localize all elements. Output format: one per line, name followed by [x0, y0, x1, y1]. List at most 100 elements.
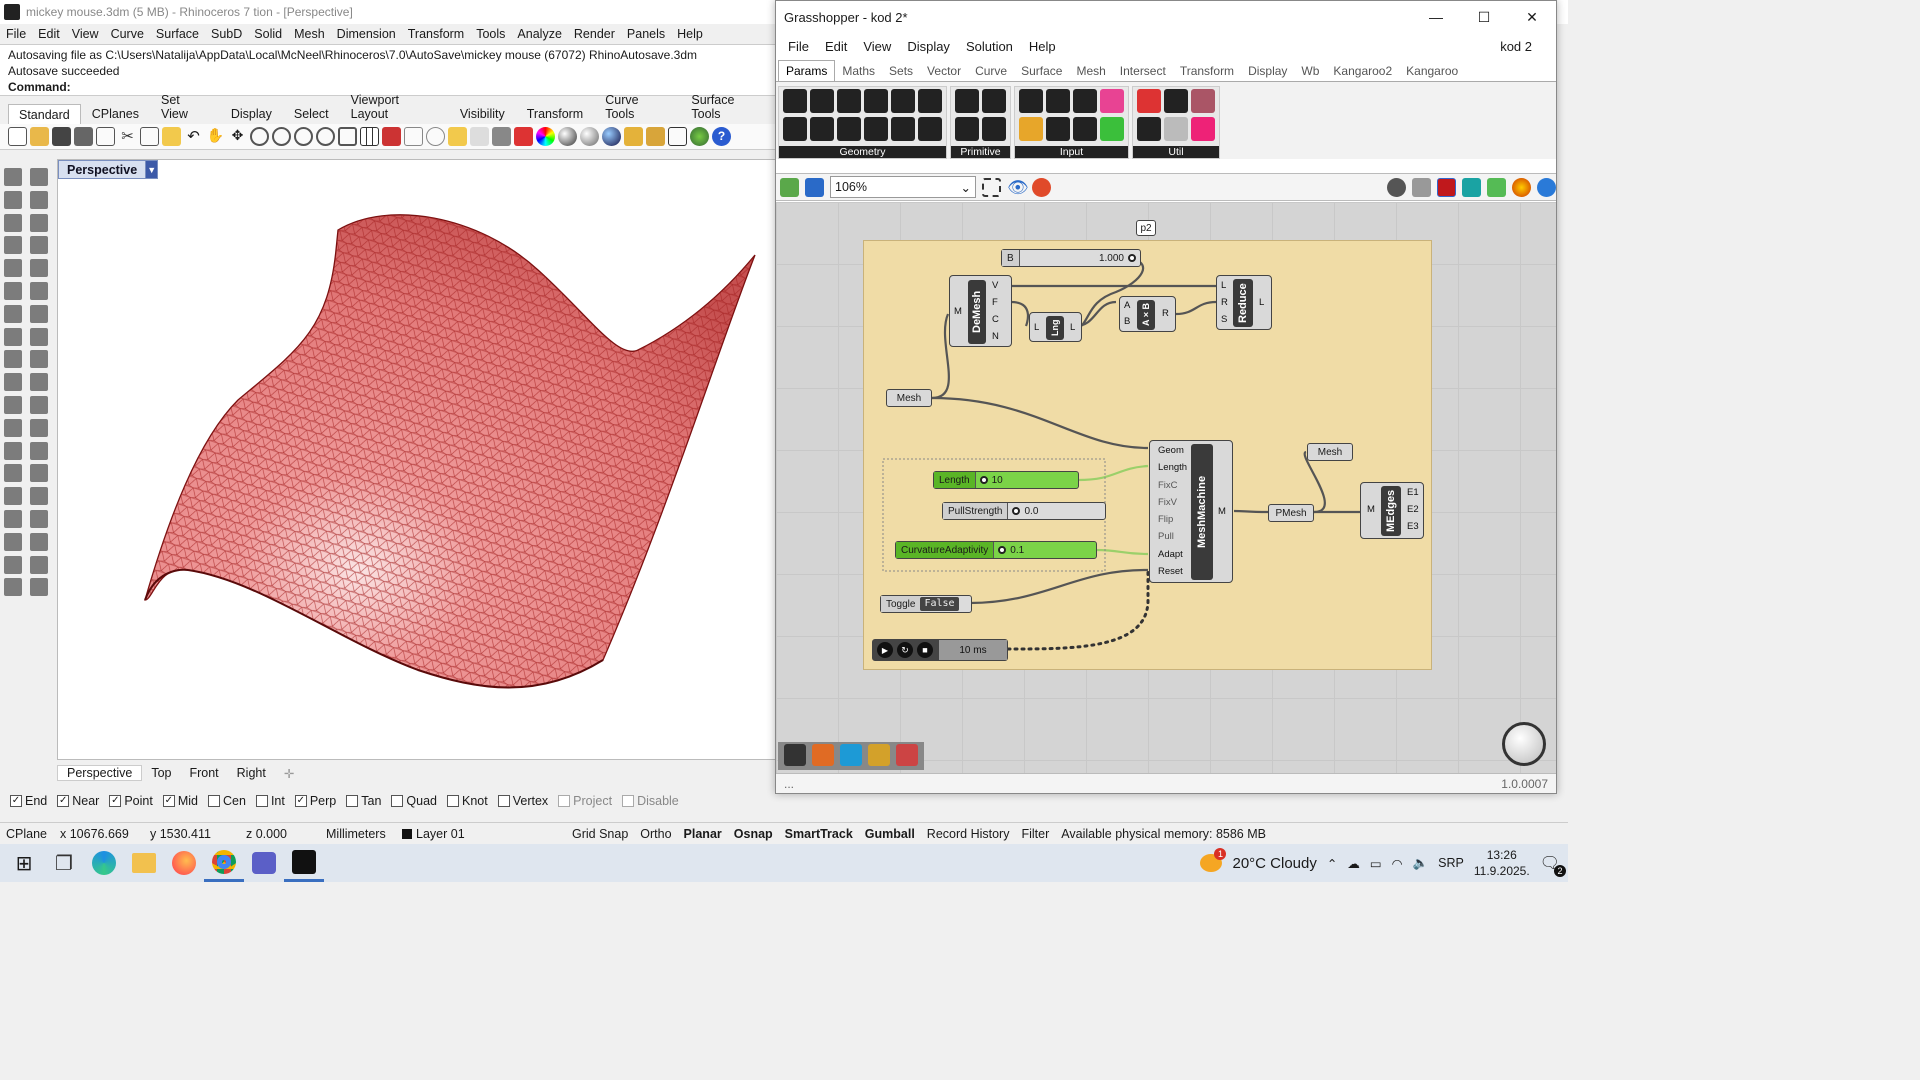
param-brep-icon[interactable] — [783, 117, 807, 141]
gh-tab-sets[interactable]: Sets — [882, 61, 920, 81]
planar-toggle[interactable]: Planar — [678, 827, 728, 841]
menu-transform[interactable]: Transform — [408, 27, 465, 41]
freeform-icon[interactable] — [30, 259, 48, 278]
windows-start-icon[interactable]: ⊞ — [4, 844, 44, 882]
tab-curve-tools[interactable]: Curve Tools — [594, 89, 680, 124]
port-label[interactable]: N — [992, 331, 999, 342]
material-icon[interactable] — [30, 578, 48, 597]
param-text-icon[interactable] — [982, 117, 1006, 141]
osnap-vertex[interactable]: Vertex — [497, 794, 548, 808]
help-icon[interactable]: ? — [712, 127, 731, 146]
port-label[interactable]: Reset — [1158, 566, 1183, 577]
tab-viewport-layout[interactable]: Viewport Layout — [340, 89, 449, 124]
b-number-slider[interactable]: B 1.000 — [1001, 249, 1141, 267]
vp-tab-perspective[interactable]: Perspective — [57, 765, 143, 781]
task-view-icon[interactable]: ❐ — [44, 844, 84, 882]
widget-frame-icon[interactable] — [896, 744, 918, 766]
render-tools-icon[interactable] — [4, 578, 22, 597]
perspective-viewport[interactable]: Perspective ▼ — [57, 159, 776, 760]
port-label[interactable]: A — [1124, 300, 1130, 311]
undo-icon[interactable]: ↶ — [184, 127, 203, 146]
slider-track[interactable]: 0.1 — [994, 545, 1096, 556]
port-label[interactable]: L — [1070, 322, 1075, 333]
menu-render[interactable]: Render — [574, 27, 615, 41]
slider-track[interactable]: 1.000 — [1020, 253, 1140, 264]
gh-menu-display[interactable]: Display — [907, 39, 950, 54]
zoom-window-icon[interactable] — [272, 127, 291, 146]
port-label[interactable]: F — [992, 297, 998, 308]
split-icon[interactable] — [30, 441, 48, 460]
port-label[interactable]: L — [1034, 322, 1039, 333]
clock[interactable]: 13:26 11.9.2025. — [1474, 847, 1530, 879]
dimension-icon[interactable] — [30, 395, 48, 414]
print-icon[interactable] — [74, 127, 93, 146]
edge-browser-icon[interactable] — [84, 844, 124, 882]
open-file-icon[interactable] — [780, 177, 799, 197]
wifi-icon[interactable]: ◠ — [1392, 856, 1403, 871]
gh-tab-intersect[interactable]: Intersect — [1113, 61, 1173, 81]
gh-menu-help[interactable]: Help — [1029, 39, 1056, 54]
shield-icon[interactable] — [514, 127, 533, 146]
param-plane-icon[interactable] — [864, 89, 888, 113]
gh-tab-surface[interactable]: Surface — [1014, 61, 1069, 81]
trim-icon[interactable] — [4, 441, 22, 460]
port-label[interactable]: M — [1218, 506, 1226, 517]
save-icon[interactable] — [52, 127, 71, 146]
slider-knob-icon[interactable] — [998, 546, 1007, 554]
cut-icon[interactable]: ✂ — [118, 127, 137, 146]
globe-icon[interactable] — [1537, 177, 1556, 197]
rhino-taskbar-icon[interactable] — [284, 844, 324, 882]
ribbon-group-label[interactable]: Util — [1133, 146, 1219, 158]
mesh-surface[interactable] — [58, 160, 776, 760]
widget-compass-icon[interactable] — [784, 744, 806, 766]
drafting-icon[interactable] — [4, 395, 22, 414]
analyze-icon[interactable] — [4, 555, 22, 574]
named-view-icon[interactable] — [30, 532, 48, 551]
checkbox-checked-icon[interactable]: ✓ — [57, 795, 70, 807]
checkbox-icon[interactable] — [622, 795, 635, 807]
checkbox-checked-icon[interactable]: ✓ — [10, 795, 22, 807]
param-curve-icon[interactable] — [837, 89, 861, 113]
slider-knob-icon[interactable] — [1012, 507, 1021, 515]
new-file-icon[interactable] — [8, 127, 27, 146]
ortho-toggle[interactable]: Ortho — [634, 827, 677, 841]
layer-indicator[interactable]: Layer 01 — [396, 827, 566, 841]
preview-shaded-icon[interactable] — [1412, 177, 1431, 197]
ellipse-icon[interactable] — [30, 213, 48, 232]
param-vector-icon[interactable] — [918, 117, 942, 141]
checkbox-icon[interactable] — [208, 795, 220, 807]
curve-icon[interactable] — [30, 190, 48, 209]
menu-subd[interactable]: SubD — [211, 27, 242, 41]
input-gradient-icon[interactable] — [1100, 89, 1124, 113]
gh-tab-vector[interactable]: Vector — [920, 61, 968, 81]
zoom-extents-icon[interactable] — [982, 177, 1001, 197]
param-box-icon[interactable] — [891, 89, 915, 113]
osnap-point[interactable]: ✓ Point — [109, 794, 153, 808]
slider-knob-icon[interactable] — [979, 476, 988, 484]
paste-icon[interactable] — [162, 127, 181, 146]
ribbon-group-label[interactable]: Primitive — [951, 146, 1010, 158]
gh-menu-edit[interactable]: Edit — [825, 39, 847, 54]
port-label[interactable]: R — [1221, 297, 1228, 308]
menu-tools[interactable]: Tools — [476, 27, 505, 41]
osnap-toggle[interactable]: Osnap — [728, 827, 779, 841]
param-integer-icon[interactable] — [982, 89, 1006, 113]
port-label[interactable]: Adapt — [1158, 549, 1183, 560]
checkbox-icon[interactable] — [447, 795, 459, 807]
gh-tab-wb[interactable]: Wb — [1294, 61, 1326, 81]
ribbon-group-label[interactable]: Input — [1015, 146, 1128, 158]
port-label[interactable]: V — [992, 280, 998, 291]
boolean-toggle[interactable]: Toggle False — [880, 595, 972, 613]
menu-view[interactable]: View — [72, 27, 99, 41]
chevron-up-icon[interactable]: ⌃ — [1327, 856, 1337, 871]
open-folder-icon[interactable] — [30, 127, 49, 146]
tab-transform[interactable]: Transform — [516, 103, 595, 124]
rendered-sphere-icon[interactable] — [580, 127, 599, 146]
mesh-tools-icon[interactable] — [30, 350, 48, 369]
menu-edit[interactable]: Edit — [38, 27, 60, 41]
document-preview-icon[interactable] — [1487, 177, 1506, 197]
tab-standard[interactable]: Standard — [8, 104, 81, 124]
checkbox-icon[interactable] — [391, 795, 404, 807]
pan-hand-icon[interactable]: ✋ — [206, 127, 225, 146]
p2-tag[interactable]: p2 — [1136, 220, 1156, 236]
